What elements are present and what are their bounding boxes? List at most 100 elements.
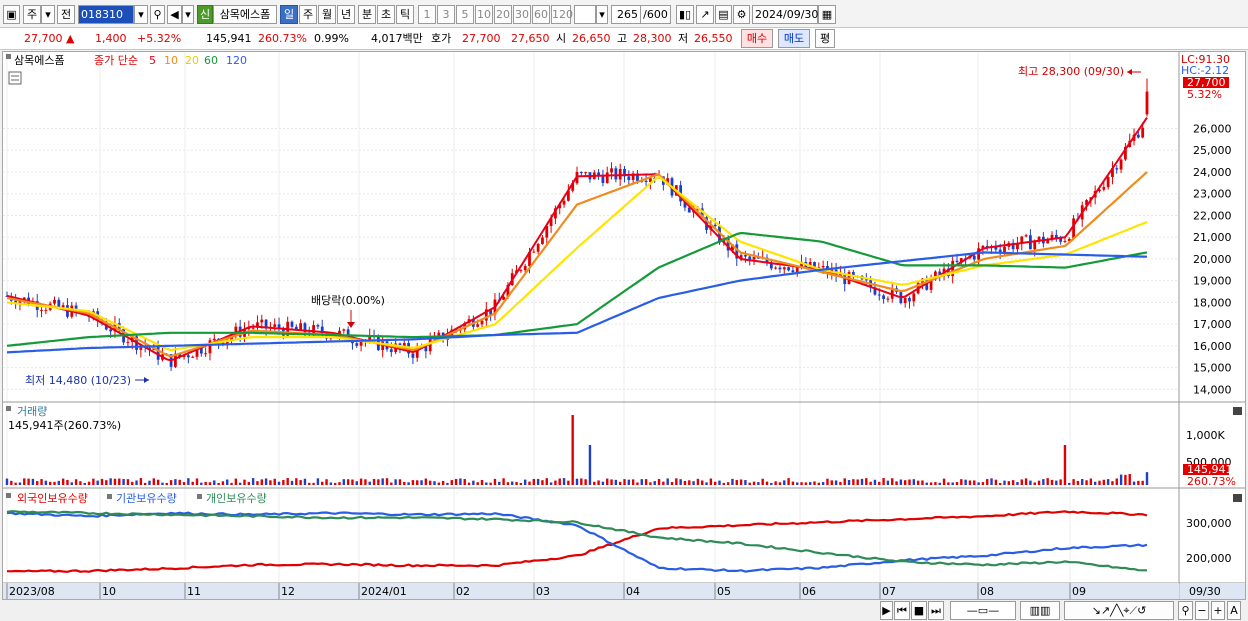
candle-body xyxy=(1024,235,1028,237)
holdings-panel-close-icon[interactable] xyxy=(1233,494,1242,502)
price-tick-label: 24,000 xyxy=(1193,166,1232,179)
volume-bar xyxy=(148,480,151,485)
market-select[interactable]: 주 xyxy=(23,5,41,24)
candle-body xyxy=(208,340,212,354)
search-icon[interactable]: ⚲ xyxy=(150,5,165,24)
x-axis-label: 06 xyxy=(802,585,816,598)
change-percent: +5.32% xyxy=(137,32,182,45)
candle-body xyxy=(44,309,48,311)
volume-bar xyxy=(135,480,138,485)
buy-button[interactable]: 매수 xyxy=(741,29,773,48)
sell-button[interactable]: 매도 xyxy=(778,29,810,48)
candle-body xyxy=(1016,244,1019,250)
period-year[interactable]: 년 xyxy=(337,5,355,24)
volume-bar xyxy=(964,479,967,485)
volume-panel-close-icon[interactable] xyxy=(1233,407,1242,415)
candle-body xyxy=(752,256,756,260)
volume-bar xyxy=(277,481,281,485)
volume-bar xyxy=(653,481,656,485)
ma-20-label: 20 xyxy=(185,54,199,67)
period-minute[interactable]: 분 xyxy=(358,5,376,24)
zoom-out-icon[interactable]: − xyxy=(1195,601,1209,620)
prefix-button[interactable]: 전 xyxy=(57,5,75,24)
x-axis-label: 09 xyxy=(1072,585,1086,598)
volume-bar xyxy=(523,479,527,485)
candle-body xyxy=(1003,246,1006,252)
low-label: 저 xyxy=(678,32,689,45)
calendar-icon[interactable]: ▦ xyxy=(818,5,836,24)
volume-bar xyxy=(588,445,592,485)
date-input[interactable]: 2024/09/30 xyxy=(752,5,818,24)
layout-icon[interactable]: ▥▥ xyxy=(1020,601,1060,620)
candle-icon[interactable]: ▮▯ xyxy=(676,5,694,24)
zoom-icon[interactable]: ⚲ xyxy=(1178,601,1193,620)
calculator-icon[interactable] xyxy=(8,71,22,85)
interval-120[interactable]: 120 xyxy=(551,5,573,24)
volume-bar xyxy=(701,480,704,485)
candle-body xyxy=(782,267,786,270)
candle-body xyxy=(713,224,717,227)
period-tick[interactable]: 틱 xyxy=(396,5,414,24)
volume-bar xyxy=(968,480,972,485)
volume-bar xyxy=(1033,482,1036,485)
period-week[interactable]: 주 xyxy=(299,5,317,24)
volume-bar xyxy=(981,482,985,485)
last-page-icon[interactable]: ⏭ xyxy=(928,601,944,620)
volume-bar xyxy=(243,479,246,485)
volume-bar xyxy=(44,480,48,485)
volume-bar xyxy=(174,479,177,485)
interval-20[interactable]: 20 xyxy=(494,5,512,24)
volume-bar xyxy=(951,482,954,485)
volume-bar xyxy=(312,482,315,485)
interval-1[interactable]: 1 xyxy=(418,5,436,24)
font-size-icon[interactable]: A xyxy=(1227,601,1241,620)
low-price: 26,550 xyxy=(694,32,733,45)
interval-60[interactable]: 60 xyxy=(532,5,550,24)
volume-bar xyxy=(143,482,147,485)
scroll-right-icon[interactable]: ▶ xyxy=(880,601,893,620)
period-month[interactable]: 월 xyxy=(318,5,336,24)
stock-chart-svg[interactable]: 삼목에스폼 종가 단순 5 10 20 60 120 최고 28,300 (09… xyxy=(3,52,1245,599)
chart-area[interactable]: 삼목에스폼 종가 단순 5 10 20 60 120 최고 28,300 (09… xyxy=(2,51,1246,600)
candle-body xyxy=(744,255,747,257)
candle-body xyxy=(903,298,907,304)
zoom-slider[interactable]: —▭— xyxy=(950,601,1016,620)
zoom-in-icon[interactable]: + xyxy=(1211,601,1225,620)
interval-10[interactable]: 10 xyxy=(475,5,493,24)
interval-30[interactable]: 30 xyxy=(513,5,531,24)
volume-bar xyxy=(346,479,350,485)
count-input[interactable]: 265 xyxy=(611,5,641,24)
candle-body xyxy=(260,319,264,323)
volume-bar xyxy=(411,480,415,485)
period-second[interactable]: 초 xyxy=(377,5,395,24)
price-tick-label: 26,000 xyxy=(1193,123,1232,136)
candle-body xyxy=(299,323,303,330)
draw-tool-icon[interactable]: ↗ xyxy=(696,5,714,24)
interval-dropdown-icon[interactable]: ▾ xyxy=(596,5,608,24)
last-pct-tag: 5.32% xyxy=(1187,88,1222,101)
code-dropdown-icon[interactable]: ▾ xyxy=(134,5,148,24)
first-page-icon[interactable]: ⏮ xyxy=(894,601,910,620)
interval-5[interactable]: 5 xyxy=(456,5,474,24)
market-dropdown-icon[interactable]: ▾ xyxy=(41,5,55,24)
save-icon[interactable]: ▤ xyxy=(715,5,732,24)
volume-bar xyxy=(321,481,324,485)
volume-bar xyxy=(338,482,341,485)
volume-bar xyxy=(290,480,294,485)
candle-body xyxy=(610,168,613,173)
drawing-tools-icon[interactable]: ↘↗╱╲⌖⟋↺ xyxy=(1064,601,1174,620)
speaker-dropdown-icon[interactable]: ▾ xyxy=(182,5,194,24)
period-day[interactable]: 일 xyxy=(280,5,298,24)
volume-bar xyxy=(903,480,907,485)
code-input[interactable]: 018310 xyxy=(78,5,134,24)
custom-interval-input[interactable] xyxy=(574,5,596,24)
window-icon[interactable]: ▣ xyxy=(3,5,20,24)
gear-icon[interactable]: ⚙ xyxy=(733,5,750,24)
speaker-icon[interactable]: ◀ xyxy=(167,5,182,24)
volume-bar xyxy=(973,480,976,485)
interval-3[interactable]: 3 xyxy=(437,5,455,24)
stop-icon[interactable]: ■ xyxy=(911,601,927,620)
credit-badge: 신 xyxy=(197,5,213,24)
evaluate-button[interactable]: 평 xyxy=(815,29,835,48)
candle-body xyxy=(748,256,752,260)
